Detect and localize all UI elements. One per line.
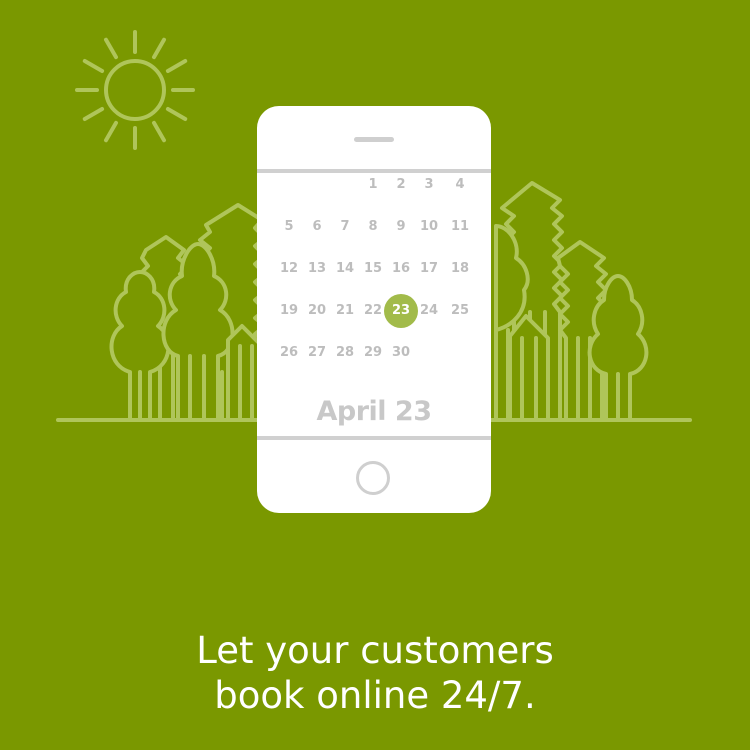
calendar-day[interactable]: 17 — [413, 253, 445, 285]
phone-speaker — [354, 137, 394, 142]
calendar-day[interactable]: 4 — [444, 169, 476, 201]
tagline: Let your customers book online 24/7. — [0, 628, 750, 718]
calendar-day[interactable]: 25 — [444, 295, 476, 327]
calendar-grid: 1 2 3 4 5 6 7 8 9 10 11 12 13 14 15 16 17 18 19 20 21 22 23 24 2… — [273, 164, 483, 374]
calendar-day[interactable]: 18 — [444, 253, 476, 285]
trees-illustration — [494, 181, 649, 422]
calendar-week: 12 13 14 15 16 17 18 — [273, 248, 483, 290]
calendar-day[interactable]: 11 — [444, 211, 476, 243]
calendar-day[interactable]: 3 — [413, 169, 445, 201]
tagline-line-2: book online 24/7. — [214, 674, 536, 717]
calendar-week: 19 20 21 22 23 24 25 — [273, 290, 483, 332]
smartphone-icon: 1 2 3 4 5 6 7 8 9 10 11 12 13 14 15 16 17 18 19 20 21 22 23 24 2… — [257, 106, 491, 513]
calendar-week: 1234 — [273, 164, 483, 206]
sun-icon — [75, 30, 195, 150]
screen-bottom-edge — [257, 436, 491, 440]
selected-date-label: April 23 — [316, 396, 432, 427]
trees-illustration — [109, 203, 267, 422]
home-button — [356, 461, 390, 495]
calendar-week: 26 27 28 29 30 — [273, 332, 483, 374]
calendar-day[interactable]: 10 — [413, 211, 445, 243]
calendar-day[interactable]: 30 — [385, 337, 417, 369]
calendar-day[interactable]: 24 — [413, 295, 445, 327]
calendar-week: 5 6 7 8 9 10 11 — [273, 206, 483, 248]
tagline-line-1: Let your customers — [196, 629, 554, 672]
